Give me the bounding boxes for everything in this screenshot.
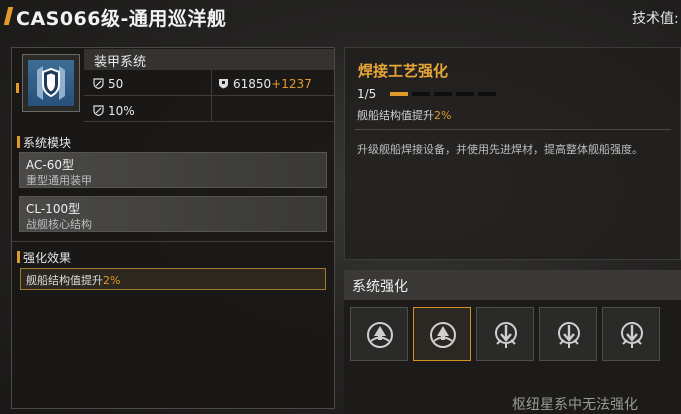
enhance-slot[interactable] [476, 307, 534, 361]
emblem-up-icon [367, 322, 393, 348]
stat-structure: 61850+1237 [218, 77, 312, 91]
enhance-slot[interactable] [539, 307, 597, 361]
enhance-effect: 舰船结构值提升2% [357, 107, 451, 123]
arrow-down-burst-icon [558, 322, 580, 348]
shield-slash-icon [93, 78, 104, 89]
stat-defense: 50 [93, 77, 123, 91]
module-name: AC-60型 [26, 158, 74, 172]
shield-icon [37, 66, 65, 100]
section-bar [17, 136, 20, 148]
armor-shield-icon [219, 79, 228, 89]
armor-system-button[interactable] [22, 54, 80, 112]
module-desc: 战舰核心结构 [26, 218, 92, 231]
level-pip [390, 92, 408, 96]
stat-resist: 10% [93, 104, 135, 118]
enhance-slot[interactable] [350, 307, 408, 361]
enhance-effect-pct: 2% [434, 109, 452, 122]
effect-text-label: 舰船结构值提升 [26, 274, 103, 287]
title-accent [3, 7, 14, 25]
effect-text: 舰船结构值提升2% [26, 272, 120, 288]
arrow-down-burst-icon [495, 322, 517, 348]
enhance-description: 升级舰船焊接设备，并使用先进焊材，提高整体舰船强度。 [357, 143, 643, 156]
module-name: CL-100型 [26, 202, 81, 216]
emblem-up-icon [430, 322, 456, 348]
module-desc: 重型通用装甲 [26, 174, 92, 187]
module-item[interactable]: CL-100型 战舰核心结构 [19, 196, 327, 232]
stat-resist-value: 10% [108, 104, 135, 118]
enhance-level: 1/5 [357, 87, 377, 101]
level-pip [434, 92, 452, 96]
armor-icon-bg [28, 60, 74, 106]
stat-structure-value: 61850 [233, 77, 272, 91]
divider [12, 241, 334, 242]
ship-title: CAS066级-通用巡洋舰 [16, 8, 227, 30]
effect-label: 强化效果 [23, 251, 72, 265]
section-bar [17, 251, 20, 263]
modules-label: 系统模块 [23, 136, 72, 150]
effect-pct: 2% [103, 274, 121, 287]
enhance-effect-text: 舰船结构值提升 [357, 109, 434, 122]
enhance-title: 焊接工艺强化 [358, 62, 449, 80]
level-pip [412, 92, 430, 96]
arrow-down-burst-icon [621, 322, 643, 348]
enhance-slot[interactable] [602, 307, 660, 361]
level-pip [478, 92, 496, 96]
module-item[interactable]: AC-60型 重型通用装甲 [19, 152, 327, 188]
divider [84, 95, 334, 96]
enhance-notice: 枢纽星系中无法强化 [512, 397, 638, 413]
divider [355, 129, 671, 130]
shield-slash-icon [93, 105, 104, 116]
effect-box: 舰船结构值提升2% [20, 268, 326, 290]
selection-marker [16, 83, 19, 93]
system-enhance-title: 系统强化 [352, 279, 408, 295]
stat-structure-bonus: +1237 [271, 77, 312, 91]
stat-defense-value: 50 [108, 77, 124, 91]
tech-value-label: 技术值: [632, 11, 679, 27]
divider [211, 70, 212, 122]
divider [84, 121, 334, 122]
enhance-slot[interactable] [413, 307, 471, 361]
top-bar: CAS066级-通用巡洋舰 技术值: [0, 0, 681, 34]
armor-title: 装甲系统 [94, 55, 147, 70]
level-pip [456, 92, 474, 96]
